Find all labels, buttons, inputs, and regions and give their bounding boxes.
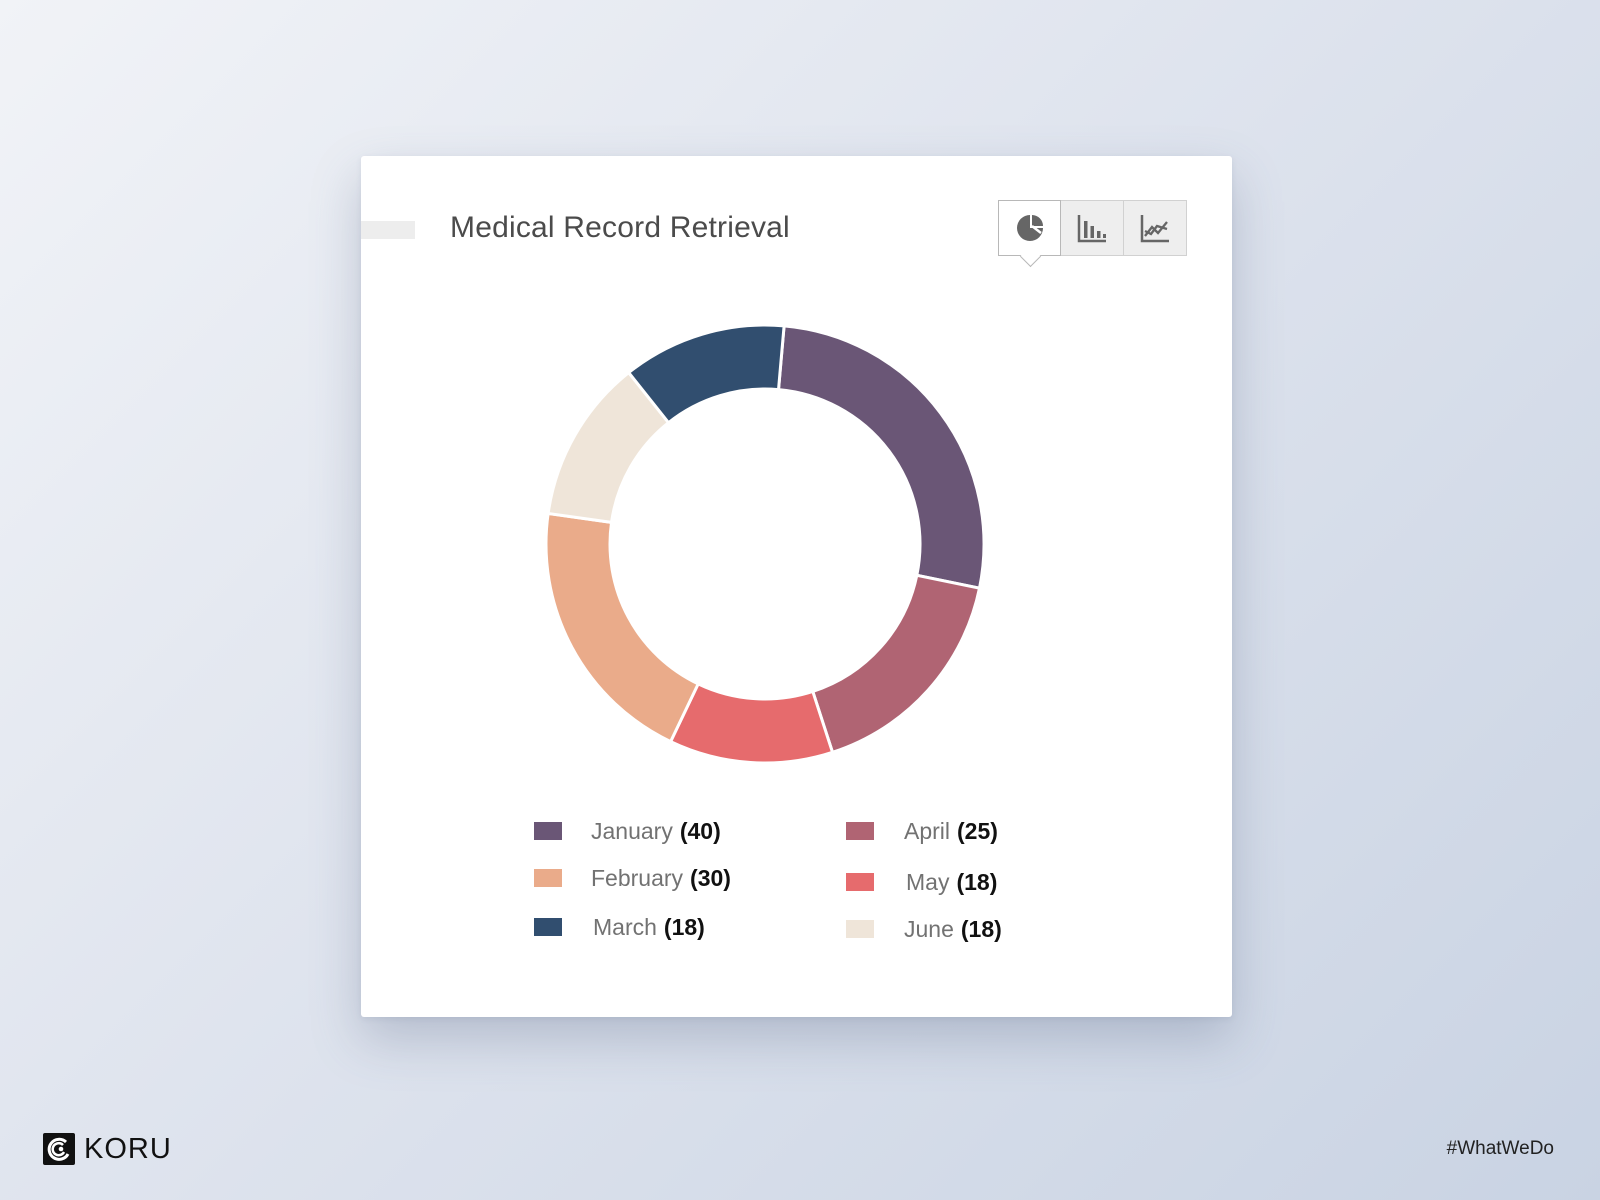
legend-value: (18) (663, 913, 705, 940)
legend-value: (18) (960, 915, 1002, 942)
legend-item-march: March (18) (534, 912, 705, 942)
donut-chart (544, 323, 986, 765)
donut-slice-may[interactable] (668, 681, 835, 765)
legend-label: April (904, 817, 951, 844)
legend-item-june: June (18) (846, 914, 1002, 944)
legend-label: May (906, 868, 950, 895)
legend-swatch (846, 873, 874, 891)
legend-swatch (534, 918, 562, 936)
koru-icon (43, 1133, 75, 1165)
legend-item-april: April (25) (846, 816, 998, 846)
bar-chart-icon (1077, 215, 1106, 243)
legend-swatch (846, 822, 874, 840)
legend-item-may: May (18) (846, 867, 997, 897)
legend-value: (40) (679, 817, 721, 844)
brand-name: KORU (84, 1133, 172, 1165)
legend-value: (18) (956, 868, 998, 895)
legend-value: (25) (957, 817, 998, 844)
hashtag: #WhatWeDo (1446, 1138, 1554, 1159)
legend-item-january: January (40) (534, 816, 721, 846)
legend-label: March (593, 913, 657, 940)
legend-swatch (846, 920, 874, 938)
legend-value: (30) (690, 864, 731, 891)
legend-item-february: February (30) (534, 863, 731, 893)
legend-label: February (591, 864, 684, 891)
legend-label: June (904, 915, 954, 942)
pie-chart-icon (1016, 215, 1043, 241)
legend-swatch (534, 822, 562, 840)
donut-slice-february[interactable] (544, 511, 701, 744)
donut-slice-april[interactable] (810, 573, 982, 755)
legend-swatch (534, 869, 562, 887)
legend-label: January (591, 817, 673, 844)
donut-slice-january[interactable] (776, 324, 986, 590)
chart-card: Medical Record Retrieval January (40) Fe… (361, 156, 1232, 1017)
line-chart-icon (1140, 215, 1169, 243)
brand-logo: KORU (43, 1133, 172, 1165)
